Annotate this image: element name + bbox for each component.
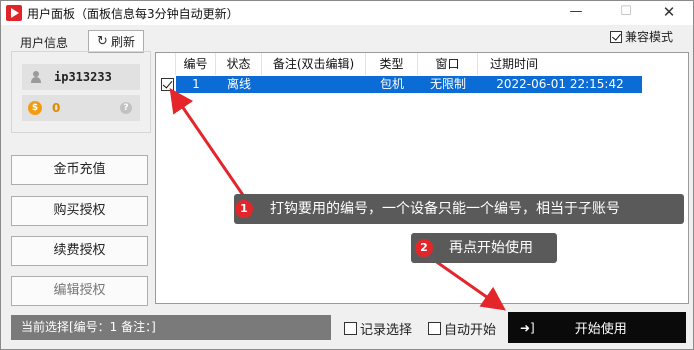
cell-status: 离线	[226, 77, 251, 91]
edit-license-button: 编辑授权	[11, 276, 148, 306]
user-info-box: ip313233 $ 0 ?	[11, 51, 151, 133]
login-icon: ➜]	[520, 320, 535, 335]
user-icon	[30, 71, 42, 83]
title-bar[interactable]: 用户面板（面板信息每3分钟自动更新） — ☐ ✕	[1, 1, 693, 25]
current-selection-status: 当前选择[编号：1 备注：]	[11, 315, 331, 340]
maximize-button[interactable]: ☐	[606, 1, 646, 25]
start-button[interactable]: ➜] 开始使用	[508, 312, 686, 343]
record-selection-label: 记录选择	[360, 323, 413, 338]
license-table[interactable]: 编号 状态 备注(双击编辑) 类型 窗口 过期时间 1 离线 包机 无限制 20…	[155, 52, 689, 304]
refresh-label: 刷新	[110, 35, 135, 49]
annotation-step-1: 打钩要用的编号，一个设备只能一个编号，相当于子账号	[234, 194, 684, 224]
step-2-badge: 2	[415, 239, 433, 257]
refresh-icon: ↻	[97, 34, 108, 49]
column-header-checkbox	[156, 53, 176, 75]
help-icon[interactable]: ?	[120, 102, 132, 114]
start-button-label: 开始使用	[574, 322, 627, 337]
username-row: ip313233	[22, 64, 140, 90]
auto-start-label: 自动开始	[444, 323, 497, 338]
auto-start-checkbox[interactable]: 自动开始	[428, 319, 496, 338]
column-header-id[interactable]: 编号	[176, 53, 216, 75]
column-header-expiry[interactable]: 过期时间	[478, 53, 640, 75]
table-row[interactable]: 1 离线 包机 无限制 2022-06-01 22:15:42	[176, 76, 642, 93]
minimize-button[interactable]: —	[556, 1, 596, 25]
cell-id: 1	[192, 77, 200, 91]
renew-license-button[interactable]: 续费授权	[11, 236, 148, 266]
coin-balance: 0	[52, 101, 61, 115]
refresh-button[interactable]: ↻ 刷新	[88, 30, 144, 53]
compat-mode-checkbox[interactable]: 兼容模式	[610, 28, 673, 45]
checkbox-unchecked-icon[interactable]	[344, 322, 357, 335]
step-1-badge: 1	[235, 200, 253, 218]
close-button[interactable]: ✕	[649, 1, 689, 25]
coin-row: $ 0 ?	[22, 95, 140, 121]
coin-icon: $	[28, 101, 42, 115]
cell-window: 无限制	[429, 77, 466, 91]
column-header-type[interactable]: 类型	[366, 53, 418, 75]
checkbox-checked-icon[interactable]	[610, 30, 622, 43]
recharge-coins-button[interactable]: 金币充值	[11, 155, 148, 185]
user-info-heading: 用户信息	[20, 36, 69, 50]
app-logo-icon	[6, 5, 22, 21]
column-header-window[interactable]: 窗口	[418, 53, 478, 75]
cell-note[interactable]	[262, 76, 366, 93]
user-panel-window: 用户面板（面板信息每3分钟自动更新） — ☐ ✕ 兼容模式 用户信息 ↻ 刷新 …	[0, 0, 694, 350]
row-checkbox-checked-icon[interactable]	[161, 78, 174, 91]
compat-mode-label: 兼容模式	[625, 30, 674, 44]
username-value: ip313233	[54, 70, 112, 84]
column-header-status[interactable]: 状态	[216, 53, 262, 75]
record-selection-checkbox[interactable]: 记录选择	[344, 319, 412, 338]
cell-type: 包机	[379, 77, 404, 91]
table-header: 编号 状态 备注(双击编辑) 类型 窗口 过期时间	[156, 53, 688, 75]
cell-expiry: 2022-06-01 22:15:42	[496, 77, 624, 91]
checkbox-unchecked-icon[interactable]	[428, 322, 441, 335]
window-title: 用户面板（面板信息每3分钟自动更新）	[27, 7, 239, 21]
column-header-note[interactable]: 备注(双击编辑)	[262, 53, 366, 75]
buy-license-button[interactable]: 购买授权	[11, 196, 148, 226]
